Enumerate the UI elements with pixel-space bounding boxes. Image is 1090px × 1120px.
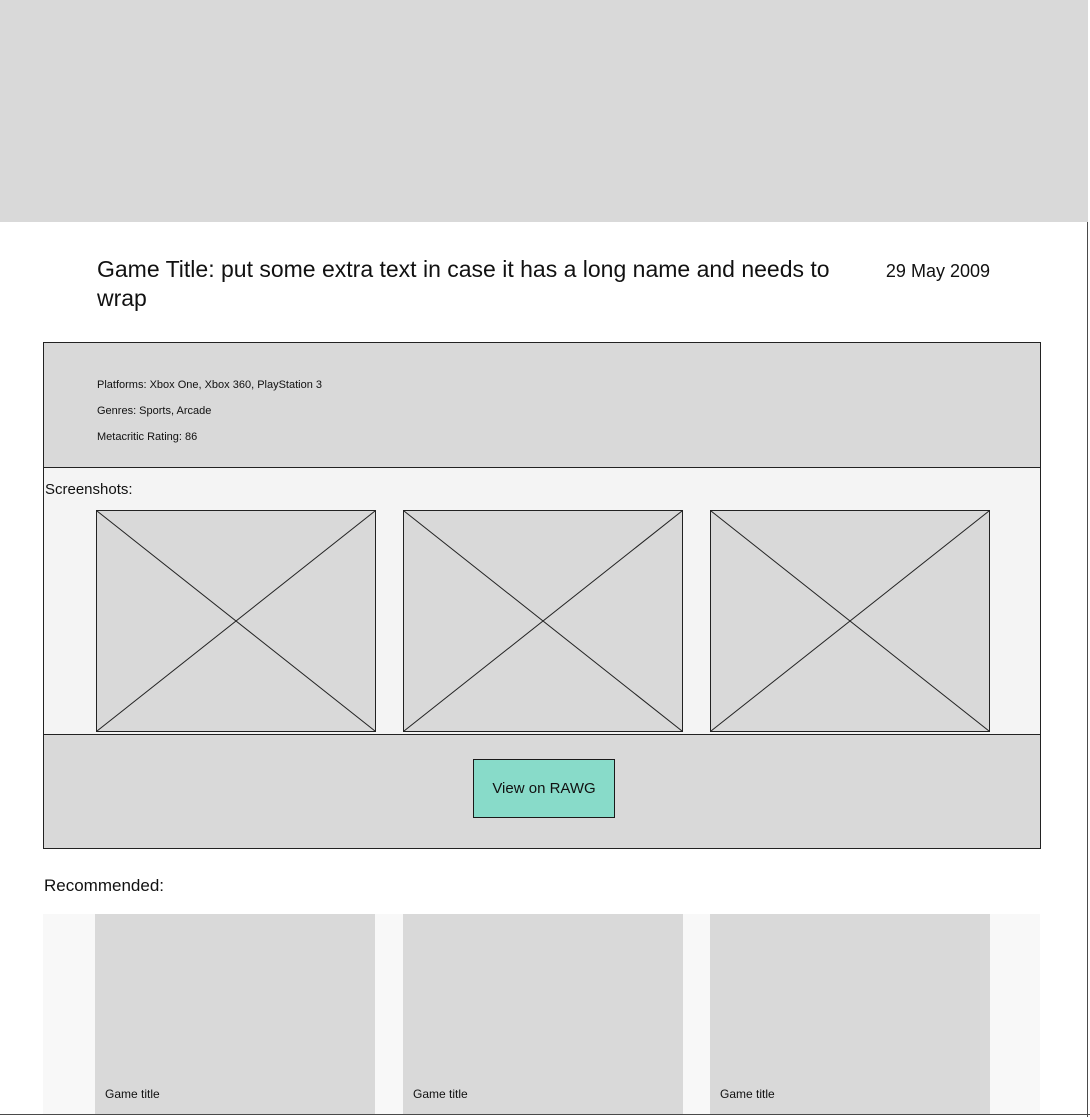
release-date: 29 May 2009 [885, 261, 990, 281]
recommended-game-title: Game title [720, 1087, 775, 1101]
platforms-info: Platforms: Xbox One, Xbox 360, PlayStati… [97, 379, 323, 391]
screenshot-placeholder-image[interactable] [710, 510, 990, 732]
recommended-heading: Recommended: [44, 876, 165, 895]
metacritic-rating: Metacritic Rating: 86 [97, 431, 198, 443]
image-placeholder-icon [711, 511, 989, 731]
page-border-right [1087, 222, 1088, 1117]
recommended-game-title: Game title [413, 1087, 468, 1101]
screenshot-placeholder-image[interactable] [403, 510, 683, 732]
image-placeholder-icon [404, 511, 682, 731]
view-on-rawg-button[interactable]: View on RAWG [473, 759, 615, 818]
recommended-game-title: Game title [105, 1087, 160, 1101]
genres-info: Genres: Sports, Arcade [97, 405, 212, 417]
recommended-game-card[interactable]: Game title [403, 914, 683, 1114]
screenshot-placeholder-image[interactable] [96, 510, 376, 732]
game-title: Game Title: put some extra text in case … [97, 256, 830, 311]
recommended-game-card[interactable]: Game title [710, 914, 990, 1114]
image-placeholder-icon [97, 511, 375, 731]
screenshots-heading: Screenshots: [45, 481, 133, 498]
recommended-game-card[interactable]: Game title [95, 914, 375, 1114]
hero-image-placeholder [0, 0, 1088, 222]
page-border-bottom [0, 1114, 1090, 1115]
